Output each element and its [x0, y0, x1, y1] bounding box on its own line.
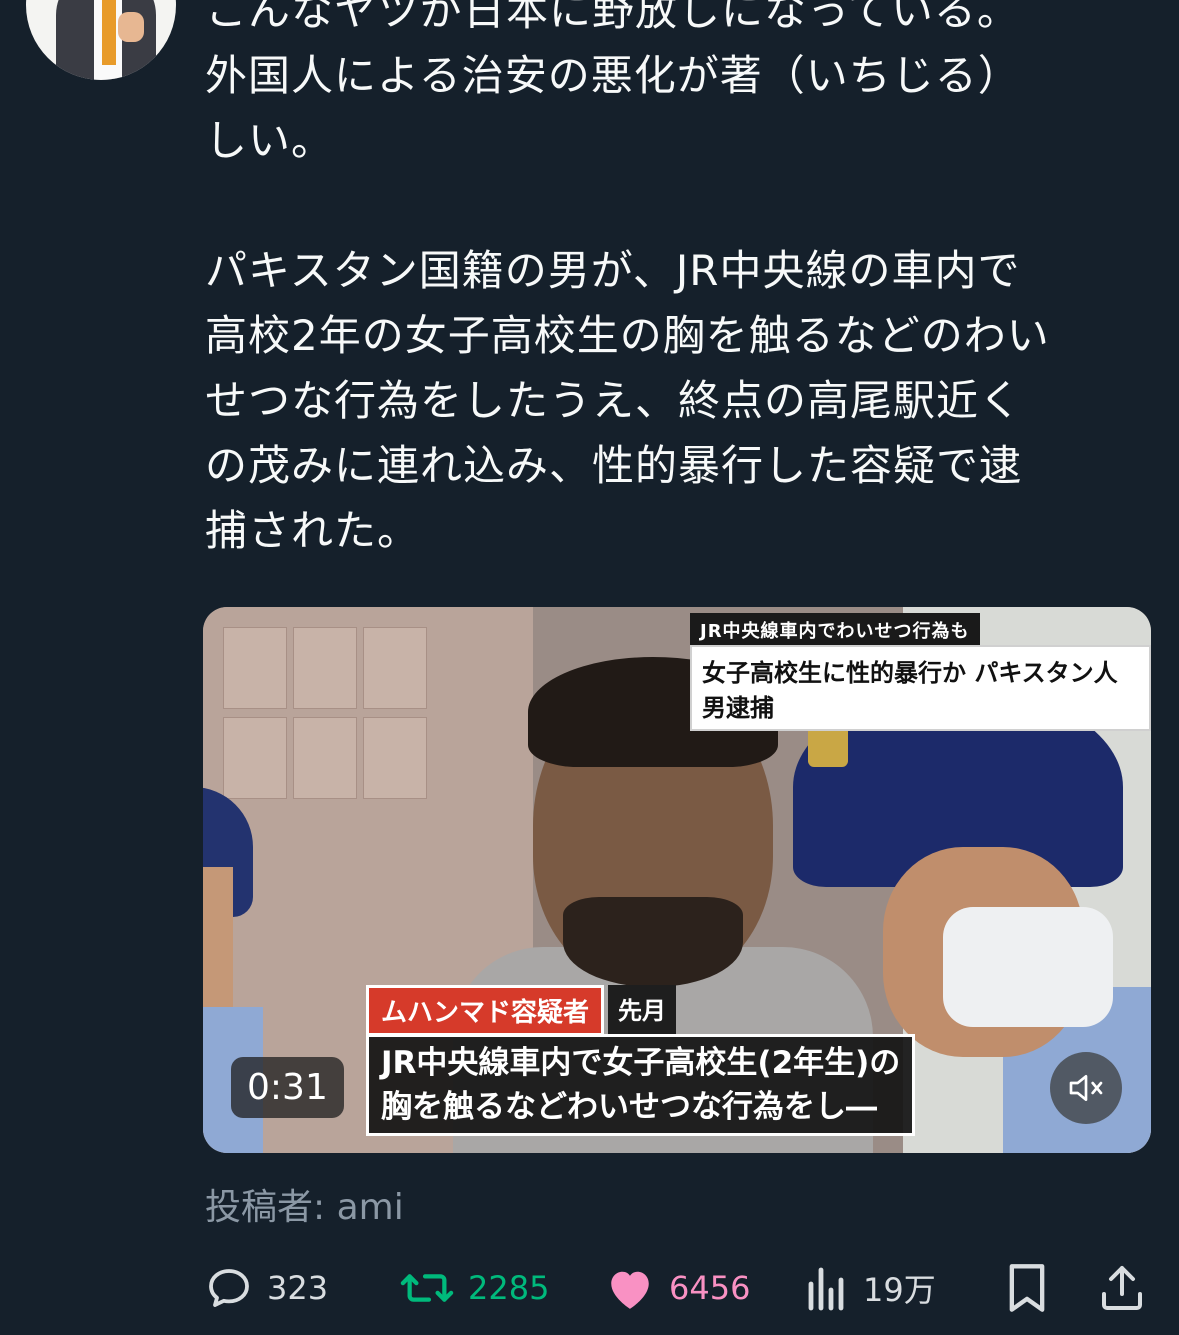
name-caption: ムハンマド容疑者 先月 — [366, 985, 677, 1036]
video-player[interactable]: JR中央線車内でわいせつ行為も 女子高校生に性的暴行か パキスタン人男逮捕 ムハ… — [203, 607, 1151, 1153]
like-count: 6456 — [669, 1269, 751, 1307]
news-banner-top: JR中央線車内でわいせつ行為も — [690, 613, 980, 647]
name-date: 先月 — [608, 985, 677, 1036]
heart-icon — [611, 1271, 649, 1309]
action-bar: 323 2285 6456 19万 — [205, 1258, 1150, 1318]
post: こんなヤツが日本に野放しになっている。 外国人による治安の悪化が著（いちじる） … — [0, 0, 1179, 1335]
avatar-tie — [102, 0, 116, 65]
video-duration: 0:31 — [231, 1057, 344, 1118]
name-label: ムハンマド容疑者 — [366, 985, 605, 1036]
repost-count: 2285 — [468, 1269, 550, 1307]
wall-tile — [363, 717, 427, 799]
views-icon — [808, 1267, 844, 1311]
views-button[interactable]: 19万 — [805, 1258, 936, 1318]
like-button[interactable]: 6456 — [605, 1258, 750, 1318]
bookmark-button[interactable] — [1005, 1258, 1049, 1318]
officer-mask — [943, 907, 1113, 1027]
avatar-hand — [118, 12, 144, 42]
mute-button[interactable] — [1050, 1052, 1122, 1124]
share-icon — [1102, 1266, 1142, 1310]
wall-tile — [363, 627, 427, 709]
left-officer-face — [203, 867, 233, 1017]
wall-tile — [293, 717, 357, 799]
video-subtitle: JR中央線車内で女子高校生(2年生)の 胸を触るなどわいせつな行為をし― — [366, 1034, 916, 1136]
reply-count: 323 — [267, 1269, 329, 1307]
wall-tile — [223, 627, 287, 709]
wall-tile — [293, 627, 357, 709]
avatar[interactable] — [26, 0, 176, 80]
suspect-beard — [563, 897, 743, 987]
repost-button[interactable]: 2285 — [400, 1258, 549, 1318]
repost-icon — [400, 1274, 454, 1302]
view-count: 19万 — [863, 1271, 936, 1309]
speaker-muted-icon — [1069, 1075, 1103, 1101]
poster-credit: 投稿者: ami — [205, 1187, 404, 1228]
post-text: こんなヤツが日本に野放しになっている。 外国人による治安の悪化が著（いちじる） … — [205, 0, 1050, 555]
bookmark-icon — [1009, 1264, 1045, 1312]
share-button[interactable] — [1098, 1258, 1146, 1318]
reply-button[interactable]: 323 — [205, 1258, 328, 1318]
reply-icon — [209, 1269, 249, 1307]
wall-tile — [223, 717, 287, 799]
news-banner-main: 女子高校生に性的暴行か パキスタン人男逮捕 — [690, 645, 1151, 731]
